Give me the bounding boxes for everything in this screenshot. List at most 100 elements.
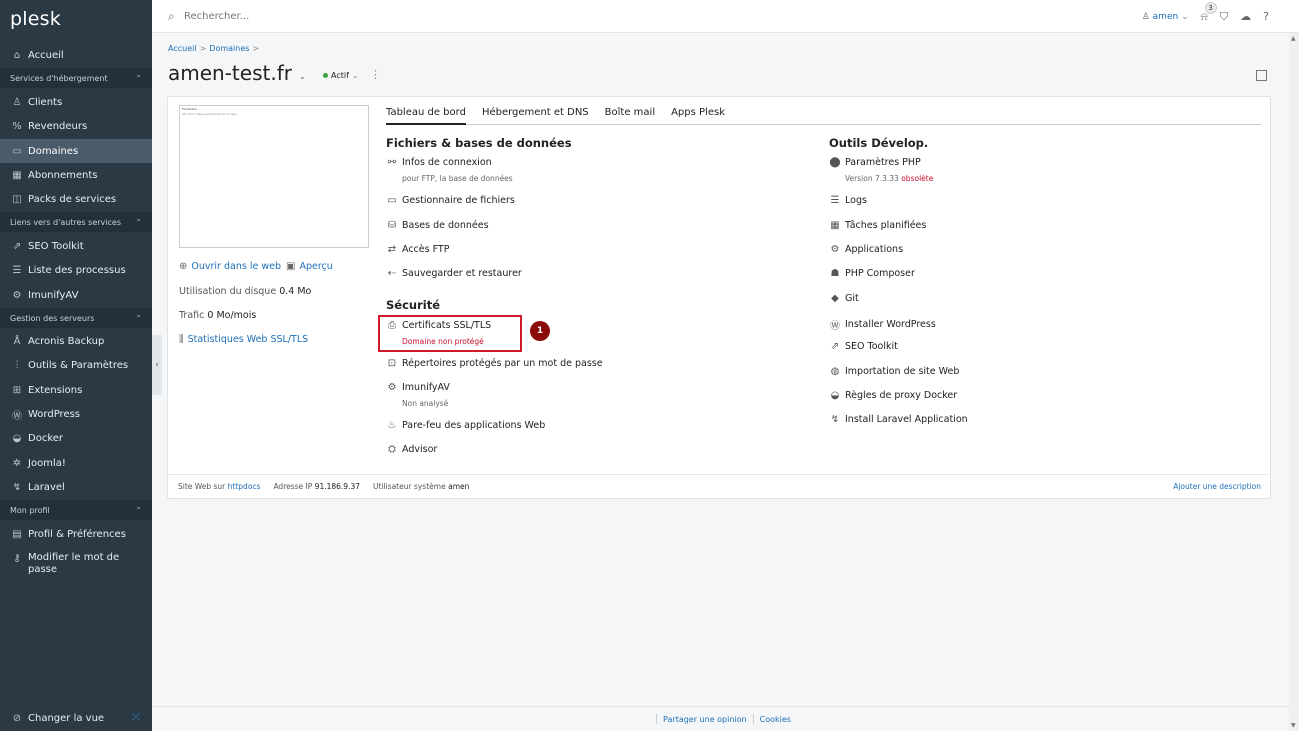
- logs-link[interactable]: ☰ Logs: [829, 195, 867, 206]
- chevron-down-icon[interactable]: ⌄: [299, 72, 306, 81]
- sidebar-item-service-plans[interactable]: ◫ Packs de services: [0, 187, 152, 211]
- applications-link[interactable]: ⚙ Applications: [829, 244, 904, 255]
- security-section-title: Sécurité: [386, 298, 440, 312]
- scroll-down-icon[interactable]: ▼: [1291, 722, 1296, 729]
- notifications-button[interactable]: ⍾ 3: [1201, 1, 1217, 24]
- gear-icon: ⚙: [830, 244, 840, 255]
- sidebar-item-imunifyav[interactable]: ⚙ ImunifyAV: [0, 283, 152, 307]
- databases-link[interactable]: ⛁ Bases de données: [386, 220, 489, 231]
- collapse-sidebar-handle[interactable]: ‹: [152, 335, 162, 395]
- tab-plesk-apps[interactable]: Apps Plesk: [671, 107, 725, 125]
- sidebar-item-extensions[interactable]: ⊞ Extensions: [0, 378, 152, 402]
- change-view-button[interactable]: ⊘ Changer la vue: [0, 706, 152, 730]
- composer-icon: ☗: [830, 268, 840, 279]
- tab-mail[interactable]: Boîte mail: [605, 107, 655, 125]
- ftp-icon: ⇄: [387, 244, 397, 255]
- help-icon[interactable]: ?: [1263, 10, 1269, 23]
- globe-icon: ⊕: [179, 261, 188, 272]
- page-footer: Partager une opinion Cookies: [152, 706, 1289, 731]
- ssl-highlight-box: [378, 315, 522, 352]
- nav-section-hosting[interactable]: Services d'hébergement ⌃: [0, 68, 152, 88]
- docker-icon: ◒: [12, 432, 22, 444]
- page-scrollbar[interactable]: ▲ ▼: [1289, 33, 1299, 731]
- tab-bar: Tableau de bord Hébergement et DNS Boîte…: [386, 107, 1261, 125]
- chevron-down-icon: ⌄: [1181, 11, 1189, 22]
- sidebar-item-joomla[interactable]: ✲ Joomla!: [0, 451, 152, 475]
- preview-link[interactable]: ▣ Aperçu: [286, 261, 333, 272]
- php-version: Version 7.3.33 obsolète: [845, 174, 934, 183]
- shield-icon[interactable]: ⛉: [1220, 10, 1228, 24]
- git-link[interactable]: ◆ Git: [829, 293, 859, 304]
- install-wordpress-link[interactable]: Ⓦ Installer WordPress: [829, 317, 936, 332]
- ftp-access-link[interactable]: ⇄ Accès FTP: [386, 244, 450, 255]
- user-menu[interactable]: ♙ amen ⌄: [1142, 12, 1189, 22]
- connection-info-link[interactable]: ⚯ Infos de connexion: [386, 157, 492, 168]
- key-icon: ⚷: [13, 552, 21, 564]
- sidebar-item-seo-toolkit[interactable]: ⇗ SEO Toolkit: [0, 234, 152, 258]
- cookies-link[interactable]: Cookies: [760, 715, 791, 724]
- httpdocs-link[interactable]: httpdocs: [228, 482, 261, 491]
- files-section-title: Fichiers & bases de données: [386, 136, 572, 150]
- breadcrumb-domains[interactable]: Domaines: [209, 44, 249, 53]
- seo-toolkit-link[interactable]: ⇗ SEO Toolkit: [829, 341, 898, 352]
- breadcrumb-home[interactable]: Accueil: [168, 44, 197, 53]
- cloud-icon[interactable]: ☁: [1240, 10, 1251, 23]
- backup-restore-link[interactable]: ⇠ Sauvegarder et restaurer: [386, 268, 522, 279]
- file-manager-link[interactable]: ▭ Gestionnaire de fichiers: [386, 195, 515, 206]
- sliders-icon: ⫶: [15, 359, 19, 371]
- php-composer-link[interactable]: ☗ PHP Composer: [829, 268, 915, 279]
- docker-proxy-rules-link[interactable]: ◒ Règles de proxy Docker: [829, 390, 958, 401]
- list-icon: ☰: [12, 264, 22, 276]
- chevron-up-icon: ⌃: [135, 217, 142, 227]
- sidebar-item-subscriptions[interactable]: ▦ Abonnements: [0, 163, 152, 187]
- plesk-logo[interactable]: plesk: [10, 8, 61, 30]
- protected-directories-link[interactable]: ⊡ Répertoires protégés par un mot de pass…: [386, 358, 603, 369]
- sidebar-item-clients[interactable]: ♙ Clients: [0, 90, 152, 114]
- scheduled-tasks-link[interactable]: ▦ Tâches planifiées: [829, 220, 926, 231]
- tab-hosting-dns[interactable]: Hébergement et DNS: [482, 107, 589, 125]
- sidebar-item-wordpress[interactable]: Ⓦ WordPress: [0, 402, 152, 426]
- search-input[interactable]: [184, 8, 484, 24]
- open-in-web-link[interactable]: ⊕ Ouvrir dans le web: [179, 261, 281, 272]
- chevron-up-icon: ⌃: [135, 313, 142, 323]
- joomla-icon: ✲: [12, 457, 22, 469]
- status-badge[interactable]: Actif ⌄: [323, 71, 359, 80]
- php-settings-link[interactable]: ⬤ Paramètres PHP: [829, 157, 920, 168]
- tab-dashboard[interactable]: Tableau de bord: [386, 107, 466, 125]
- nav-section-links[interactable]: Liens vers d'autres services ⌃: [0, 212, 152, 232]
- site-preview-thumbnail[interactable]: Forbidden You don't have permission to a…: [179, 105, 369, 248]
- php-obsolete-link[interactable]: obsolète: [901, 174, 933, 183]
- install-laravel-link[interactable]: ↯ Install Laravel Application: [829, 414, 968, 425]
- more-options-icon[interactable]: ⋮: [370, 68, 381, 81]
- link-icon: ⚯: [387, 157, 397, 168]
- imunifyav-status: Non analysé: [402, 399, 449, 408]
- top-bar: ⌕ ♙ amen ⌄ ⍾3 ⛉ ☁ ?: [152, 0, 1299, 33]
- sidebar-item-resellers[interactable]: % Revendeurs: [0, 114, 152, 138]
- sidebar-item-processes[interactable]: ☰ Liste des processus: [0, 258, 152, 282]
- bar-chart-icon: ⫼: [179, 334, 184, 345]
- website-import-link[interactable]: ◍ Importation de site Web: [829, 366, 960, 377]
- pin-sidebar-icon[interactable]: ⤫: [132, 712, 140, 723]
- feedback-link[interactable]: Partager une opinion: [663, 715, 747, 724]
- nav-section-servers[interactable]: Gestion des serveurs ⌃: [0, 308, 152, 328]
- waf-link[interactable]: ♨ Pare-feu des applications Web: [386, 420, 546, 431]
- list-icon: ☰: [830, 195, 840, 206]
- sidebar-item-acronis[interactable]: Å Acronis Backup: [0, 329, 152, 353]
- add-description-link[interactable]: Ajouter une description: [1173, 482, 1261, 491]
- sidebar-item-tools-settings[interactable]: ⫶ Outils & Paramètres: [0, 353, 152, 377]
- globe-icon: ◍: [830, 366, 840, 377]
- sidebar-item-profile[interactable]: ▤ Profil & Préférences: [0, 522, 152, 546]
- sidebar-item-laravel[interactable]: ↯ Laravel: [0, 475, 152, 499]
- search-icon: ⌕: [168, 9, 175, 23]
- sidebar-item-domains[interactable]: ▭ Domaines: [0, 139, 152, 163]
- nav-section-profile[interactable]: Mon profil ⌃: [0, 500, 152, 520]
- imunifyav-link[interactable]: ⚙ ImunifyAV: [386, 382, 450, 393]
- advisor-link[interactable]: ⛭ Advisor: [386, 444, 437, 455]
- sidebar-item-docker[interactable]: ◒ Docker: [0, 426, 152, 450]
- scroll-up-icon[interactable]: ▲: [1291, 35, 1296, 42]
- web-stats-link[interactable]: ⫼ Statistiques Web SSL/TLS: [179, 334, 308, 345]
- sidebar-item-change-password[interactable]: ⚷ Modifier le mot de passe: [0, 548, 152, 582]
- sidebar-item-home[interactable]: ⌂ Accueil: [0, 43, 152, 67]
- traffic: Trafic 0 Mo/mois: [179, 310, 257, 321]
- panel-toggle-button[interactable]: [1256, 70, 1267, 81]
